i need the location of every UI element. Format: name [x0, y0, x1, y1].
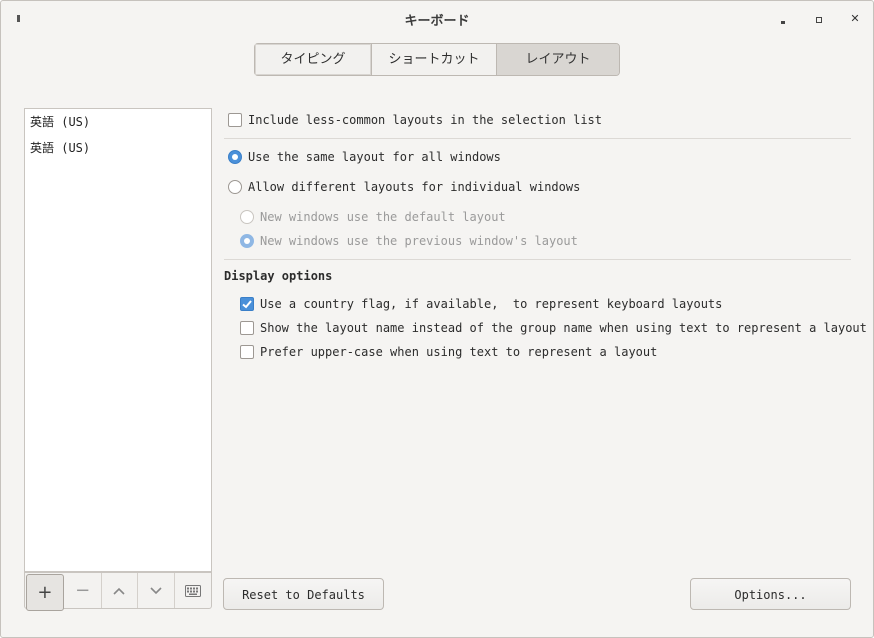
layout-name-checkbox[interactable] — [240, 321, 254, 335]
keyboard-icon — [185, 584, 202, 597]
tab-shortcuts[interactable]: ショートカット — [372, 44, 497, 75]
minus-icon: − — [75, 580, 91, 601]
separator — [224, 259, 851, 260]
chevron-down-icon — [150, 586, 162, 594]
chevron-up-icon — [113, 587, 126, 595]
close-button[interactable]: ✕ — [847, 11, 863, 27]
tab-layout[interactable]: レイアウト — [497, 44, 619, 75]
layout-name-label: Show the layout name instead of the grou… — [260, 321, 867, 335]
list-item[interactable]: 英語 (US) — [25, 109, 211, 135]
new-previous-radio — [240, 234, 254, 248]
same-layout-option[interactable]: Use the same layout for all windows — [228, 150, 501, 164]
minimize-button[interactable] — [776, 11, 792, 27]
new-previous-label: New windows use the previous window's la… — [260, 234, 578, 248]
layout-name-option[interactable]: Show the layout name instead of the grou… — [240, 321, 867, 335]
add-layout-button[interactable]: + — [26, 574, 64, 611]
checkmark-icon — [242, 300, 252, 309]
new-default-option: New windows use the default layout — [240, 210, 506, 224]
new-previous-option: New windows use the previous window's la… — [240, 234, 578, 248]
include-less-common-label: Include less-common layouts in the selec… — [248, 113, 603, 127]
keyboard-window: キーボード ✕ タイピング ショートカット レイアウト 英語 (US) 英語 (… — [0, 0, 874, 638]
different-layouts-radio[interactable] — [228, 180, 242, 194]
tab-typing[interactable]: タイピング — [255, 44, 372, 75]
upper-case-option[interactable]: Prefer upper-case when using text to rep… — [240, 345, 657, 359]
maximize-button[interactable] — [812, 11, 828, 27]
move-down-button[interactable] — [138, 573, 176, 608]
country-flag-label: Use a country flag, if available, to rep… — [260, 297, 723, 311]
move-up-button[interactable] — [102, 573, 139, 608]
same-layout-radio[interactable] — [228, 150, 242, 164]
list-item[interactable]: 英語 (US) — [25, 135, 211, 161]
new-default-label: New windows use the default layout — [260, 210, 506, 224]
separator — [224, 138, 851, 139]
same-layout-label: Use the same layout for all windows — [248, 150, 501, 164]
layout-list-toolbar: + − — [24, 572, 212, 611]
remove-layout-button[interactable]: − — [65, 573, 102, 608]
country-flag-option[interactable]: Use a country flag, if available, to rep… — [240, 297, 722, 311]
tab-bar: タイピング ショートカット レイアウト — [254, 43, 620, 76]
options-button[interactable]: Options... — [690, 578, 851, 610]
upper-case-checkbox[interactable] — [240, 345, 254, 359]
include-less-common-checkbox[interactable] — [228, 113, 242, 127]
different-layouts-label: Allow different layouts for individual w… — [248, 180, 581, 194]
plus-icon: + — [37, 582, 53, 603]
new-default-radio — [240, 210, 254, 224]
different-layouts-option[interactable]: Allow different layouts for individual w… — [228, 180, 580, 194]
upper-case-label: Prefer upper-case when using text to rep… — [260, 345, 658, 359]
title-bar: キーボード ✕ — [1, 1, 873, 37]
country-flag-checkbox[interactable] — [240, 297, 254, 311]
reset-to-defaults-button[interactable]: Reset to Defaults — [223, 578, 384, 610]
show-layout-button[interactable] — [175, 573, 211, 608]
layout-list[interactable]: 英語 (US) 英語 (US) — [24, 108, 212, 572]
include-less-common-option[interactable]: Include less-common layouts in the selec… — [228, 113, 602, 127]
display-options-heading: Display options — [224, 269, 333, 283]
window-title: キーボード — [404, 14, 470, 29]
